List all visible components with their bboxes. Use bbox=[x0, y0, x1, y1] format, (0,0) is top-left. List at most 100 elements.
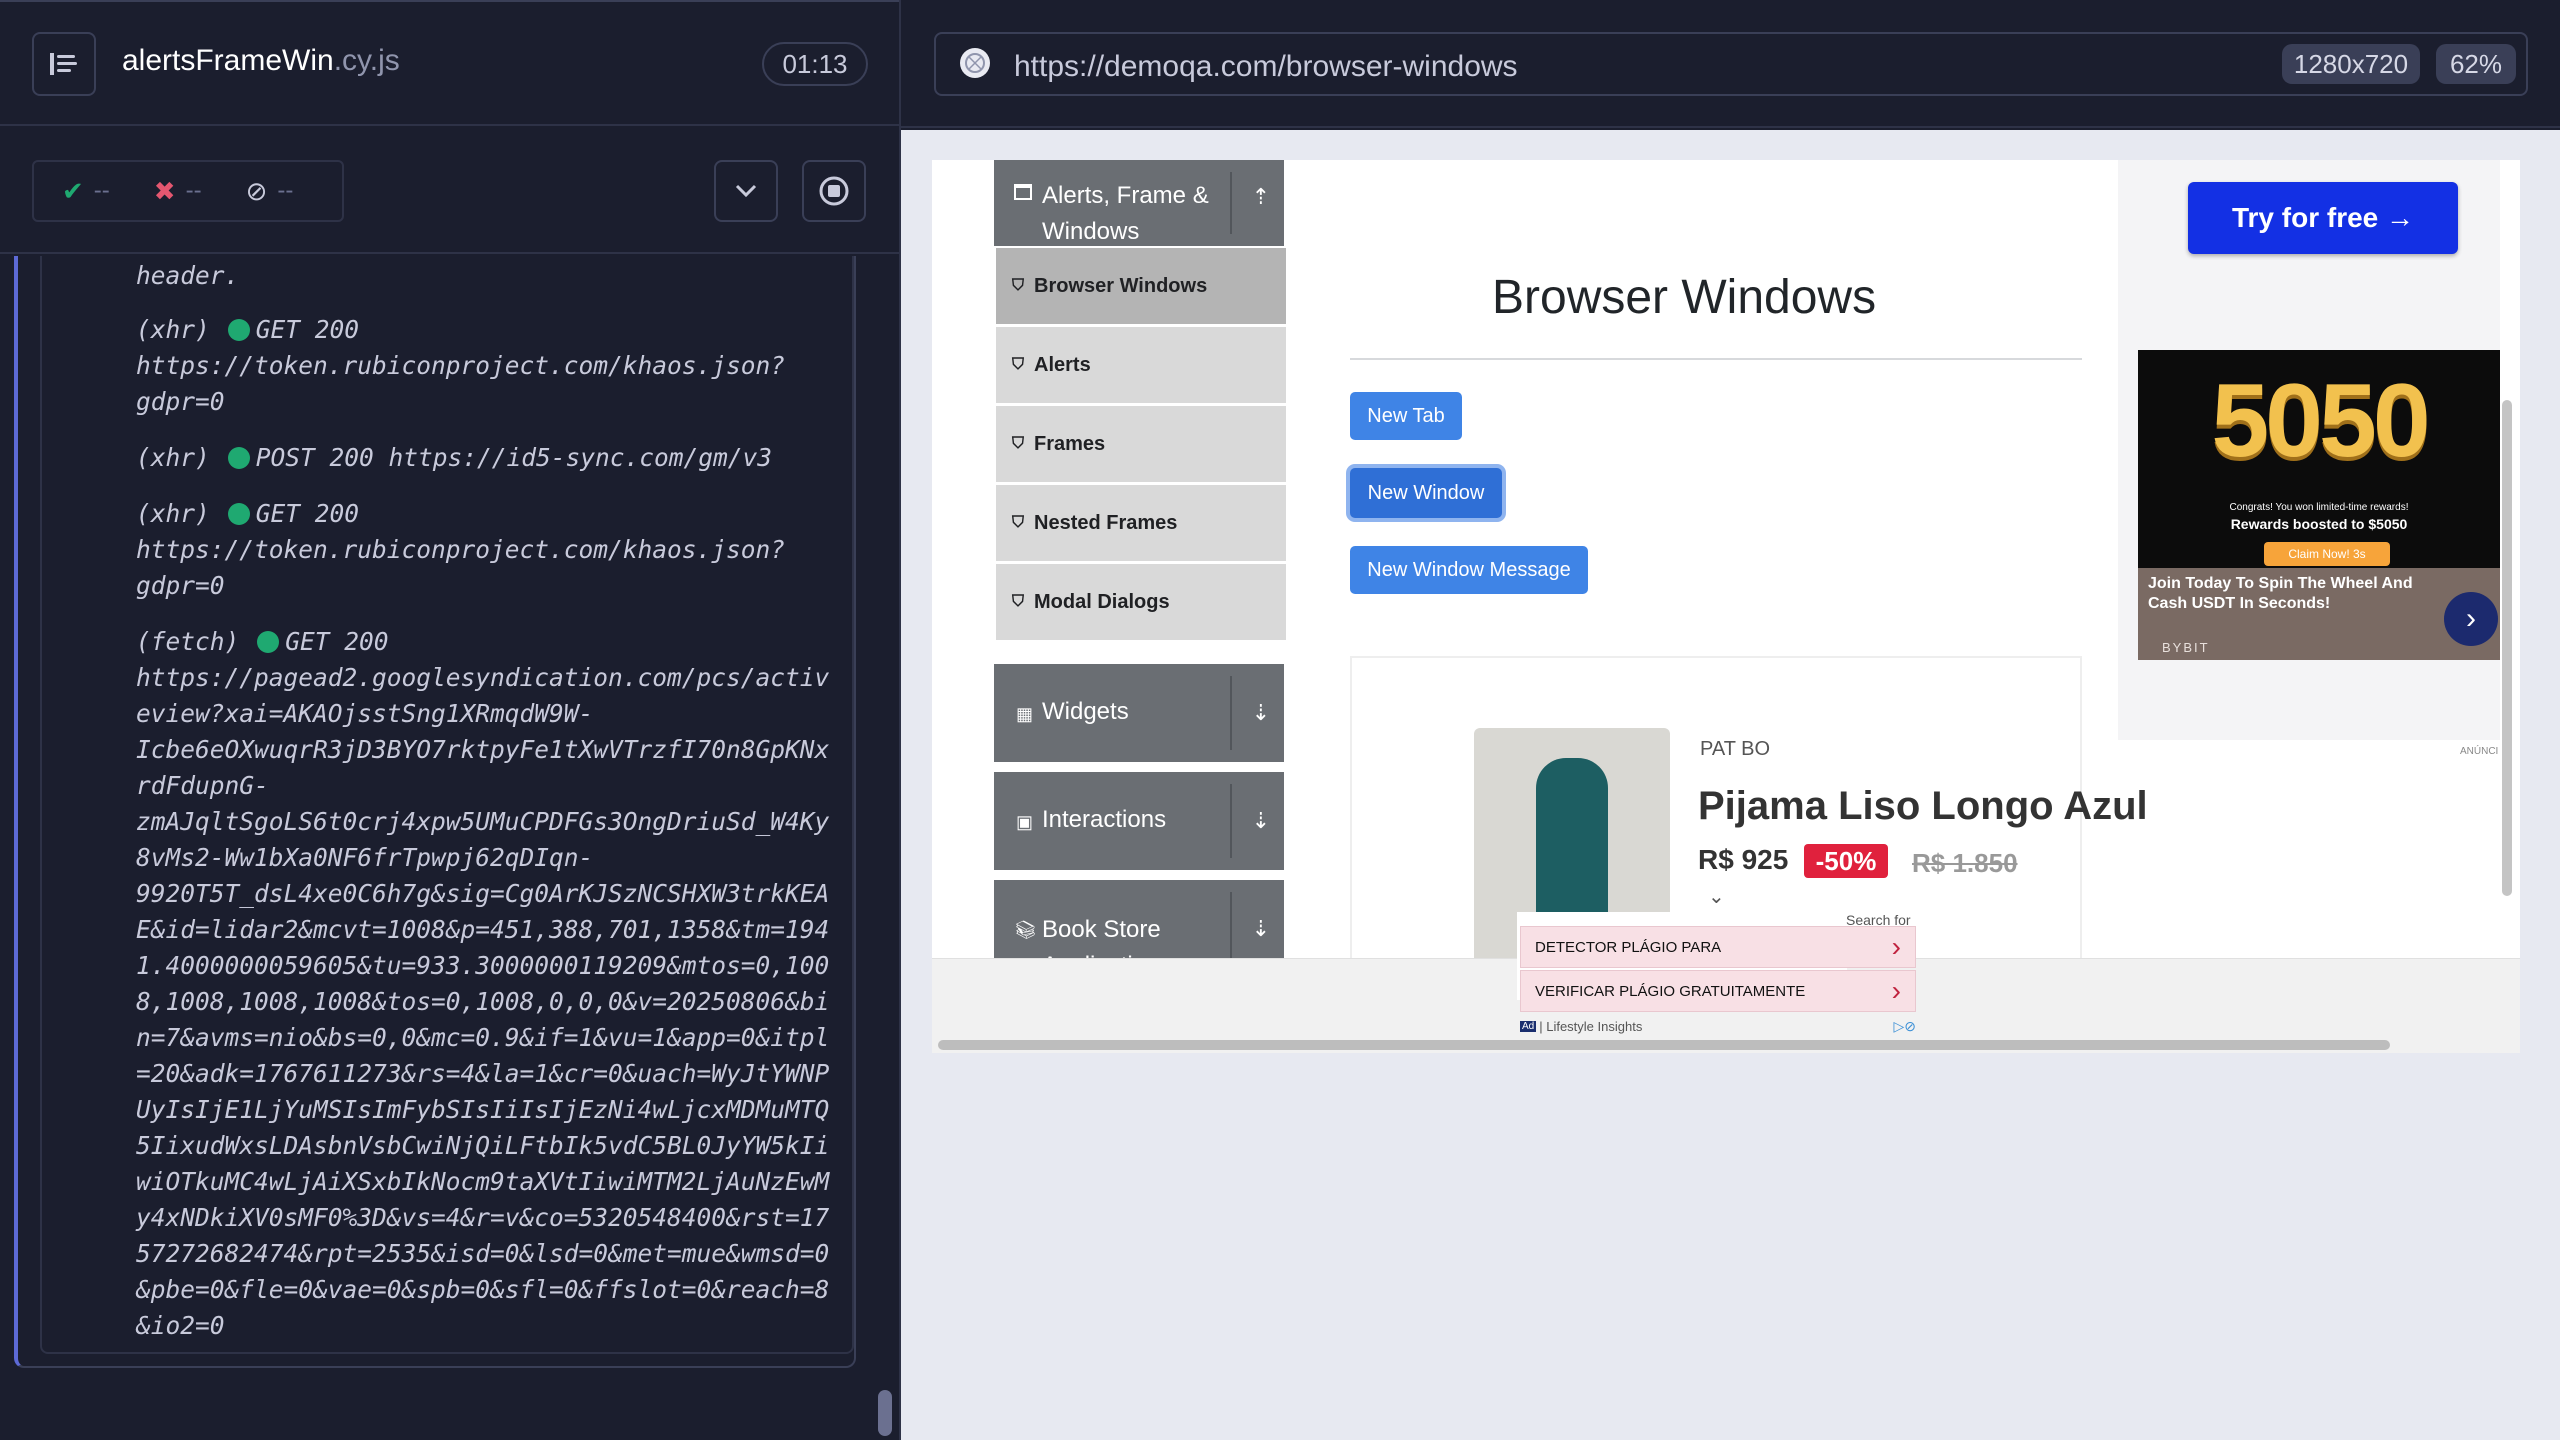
brand-logo: PAT BO bbox=[1700, 738, 1771, 760]
nav-item-nested-frames[interactable]: ⛉ Nested Frames bbox=[994, 483, 1288, 563]
log-entry-xhr[interactable]: (xhr) GET 200 bbox=[136, 496, 359, 532]
expand-icon[interactable]: ⇣ bbox=[1252, 808, 1270, 834]
status-dot-icon bbox=[227, 447, 250, 469]
status-dot-icon bbox=[227, 319, 250, 341]
claim-now-button[interactable]: Claim Now! 3s bbox=[2264, 542, 2390, 566]
selector-playground-icon[interactable] bbox=[958, 46, 992, 85]
spec-name: alertsFrameWin bbox=[122, 44, 334, 77]
search-ad-item-label: VERIFICAR PLÁGIO GRATUITAMENTE bbox=[1535, 982, 1806, 1000]
ad-badge: Ad bbox=[1520, 1020, 1537, 1032]
new-window-message-button[interactable]: New Window Message bbox=[1350, 546, 1588, 594]
log-line: Icbe6eOXwuqrR3jD3BYO7rktpyFe1tXwVTrzfI70… bbox=[136, 735, 830, 764]
expand-icon[interactable]: ⇣ bbox=[1252, 700, 1270, 726]
ad-small-text: Congrats! You won limited-time rewards! bbox=[2229, 502, 2409, 513]
nav-group-separator bbox=[1230, 892, 1232, 966]
ad-small-text: Rewards boosted to $5050 bbox=[2230, 516, 2408, 532]
window-icon bbox=[1014, 184, 1032, 200]
log-method-status: POST 200 https://id5-sync.com/gm/v3 bbox=[255, 443, 773, 472]
nav-group-label: Widgets bbox=[1042, 698, 1129, 725]
nav-group-alerts-frame-windows[interactable]: Alerts, Frame & Windows ⇡ bbox=[994, 160, 1284, 246]
log-entry-fetch[interactable]: (fetch) GET 200 bbox=[136, 624, 389, 660]
book-icon: 📚︎ bbox=[1014, 920, 1037, 940]
bybit-ad[interactable]: 5050 Congrats! You won limited-time rewa… bbox=[2138, 350, 2500, 660]
nav-item-label: Modal Dialogs bbox=[1034, 590, 1170, 613]
nav-group-widgets[interactable]: ▦ Widgets ⇣ bbox=[994, 664, 1284, 762]
chevron-right-icon: › bbox=[1891, 975, 1901, 1006]
x-icon: ✖ bbox=[153, 175, 176, 206]
log-line: 57272682474&rpt=2535&isd=0&lsd=0&met=mue… bbox=[136, 1239, 830, 1268]
stats-bar: ✔ -- ✖ -- ⊘ -- bbox=[0, 128, 899, 254]
zoom-badge[interactable]: 62% bbox=[2436, 44, 2516, 84]
viewport-size-badge[interactable]: 1280x720 bbox=[2282, 44, 2420, 84]
collapse-icon[interactable]: ⇡ bbox=[1252, 184, 1270, 210]
shield-icon: ⛉ bbox=[1012, 593, 1025, 610]
failed-count: -- bbox=[185, 177, 202, 204]
nav-group-separator bbox=[1230, 676, 1232, 750]
application-under-test: Alerts, Frame & Windows ⇡ ⛉ Browser Windo… bbox=[932, 160, 2520, 1053]
log-entry-xhr[interactable]: (xhr) GET 200 bbox=[136, 312, 359, 348]
status-dot-icon bbox=[257, 631, 280, 653]
log-line: 8,1008,1008,1008&tos=0,1008,0,0,0&v=2025… bbox=[136, 987, 830, 1016]
ad-label: ANÚNCI bbox=[2460, 746, 2499, 757]
stop-button[interactable] bbox=[802, 160, 866, 222]
log-line: 1.4000000059605&tu=933.3000000119209&mto… bbox=[136, 951, 830, 980]
log-line: 5IixudWxsLDAsbnVsbCwiNjQiLFtbIk5vdC5BL0J… bbox=[136, 1131, 830, 1160]
product-title[interactable]: Pijama Liso Longo Azul bbox=[1698, 784, 2148, 829]
skip-icon: ⊘ bbox=[245, 175, 268, 206]
nav-item-alerts[interactable]: ⛉ Alerts bbox=[994, 325, 1288, 405]
log-entry-xhr[interactable]: (xhr) POST 200 https://id5-sync.com/gm/v3 bbox=[136, 440, 772, 476]
log-scrollbar[interactable] bbox=[872, 256, 894, 1440]
search-ad-footer: Ad | Lifestyle Insights ▷⊘ bbox=[1520, 1016, 1916, 1036]
url-text[interactable]: https://demoqa.com/browser-windows bbox=[1014, 50, 1518, 84]
log-line: https://token.rubiconproject.com/khaos.j… bbox=[136, 535, 786, 564]
adchoices-icon[interactable]: ▷⊘ bbox=[1894, 1018, 1917, 1035]
log-line: https://pagead2.googlesyndication.com/pc… bbox=[136, 663, 830, 692]
passed-count: -- bbox=[93, 177, 110, 204]
horizontal-scrollbar[interactable] bbox=[938, 1040, 2390, 1050]
shield-icon: ⛉ bbox=[1012, 277, 1025, 294]
log-line: eview?xai=AKAOjsstSng1XRmqdW9W- bbox=[136, 699, 594, 728]
search-ad-item[interactable]: DETECTOR PLÁGIO PARA › bbox=[1520, 926, 1916, 968]
log-scrollbar-thumb[interactable] bbox=[878, 1390, 892, 1436]
toggle-specs-button[interactable] bbox=[32, 32, 96, 96]
shield-icon: ⛉ bbox=[1012, 435, 1025, 452]
chevron-right-icon[interactable]: › bbox=[2444, 592, 2498, 646]
ad-brand: BYBIT bbox=[2162, 640, 2210, 655]
log-line: E&id=lidar2&mcvt=1008&p=451,388,701,1358… bbox=[136, 915, 830, 944]
expand-icon[interactable]: ⇣ bbox=[1252, 916, 1270, 942]
dropdown-button[interactable] bbox=[714, 160, 778, 222]
nav-item-label: Nested Frames bbox=[1034, 511, 1178, 534]
nav-group-separator bbox=[1230, 784, 1232, 858]
nav-item-modal-dialogs[interactable]: ⛉ Modal Dialogs bbox=[994, 562, 1288, 642]
search-ad-item-label: DETECTOR PLÁGIO PARA bbox=[1535, 938, 1722, 956]
stop-icon bbox=[819, 176, 849, 206]
nav-item-browser-windows[interactable]: ⛉ Browser Windows bbox=[994, 246, 1288, 326]
try-for-free-button[interactable]: Try for free → bbox=[2188, 182, 2458, 254]
shield-icon: ⛉ bbox=[1012, 356, 1025, 373]
log-line: 9920T5T_dsL4xe0C6h7g&sig=Cg0ArKJSzNCSHXW… bbox=[136, 879, 830, 908]
ad-headline-number: 5050 bbox=[2211, 363, 2430, 479]
new-tab-button[interactable]: New Tab bbox=[1350, 392, 1462, 440]
chevron-right-icon: › bbox=[1891, 931, 1901, 962]
log-line: zmAJqltSgoLS6t0crj4xpw5UMuCPDFGs3OngDriu… bbox=[136, 807, 830, 836]
nav-item-frames[interactable]: ⛉ Frames bbox=[994, 404, 1288, 484]
search-ad-item[interactable]: VERIFICAR PLÁGIO GRATUITAMENTE › bbox=[1520, 970, 1916, 1012]
new-window-button[interactable]: New Window bbox=[1350, 468, 1502, 518]
check-icon: ✔ bbox=[62, 175, 84, 206]
log-line: https://token.rubiconproject.com/khaos.j… bbox=[136, 351, 786, 380]
page-title: Browser Windows bbox=[1492, 271, 1877, 324]
log-method-status: GET 200 bbox=[285, 627, 389, 656]
title-divider bbox=[1350, 358, 2082, 360]
nav-group-interactions[interactable]: ▣ Interactions ⇣ bbox=[994, 772, 1284, 870]
log-line: 8vMs2-Ww1bXa0NF6frTpwpj62qDIqn- bbox=[136, 843, 594, 872]
discount-badge: -50% bbox=[1804, 844, 1888, 878]
nav-item-label: Alerts bbox=[1034, 353, 1091, 376]
run-timer: 01:13 bbox=[762, 42, 868, 86]
log-method-status: GET 200 bbox=[255, 499, 360, 528]
ad-scrollbar[interactable] bbox=[2502, 400, 2512, 896]
log-line: rdFdupnG- bbox=[136, 771, 269, 800]
chevron-down-icon[interactable]: ⌄ bbox=[1708, 884, 1725, 909]
grid-icon: ▦ bbox=[1016, 704, 1034, 724]
log-line: &io2=0 bbox=[136, 1311, 225, 1340]
nav-group-separator bbox=[1230, 172, 1232, 234]
